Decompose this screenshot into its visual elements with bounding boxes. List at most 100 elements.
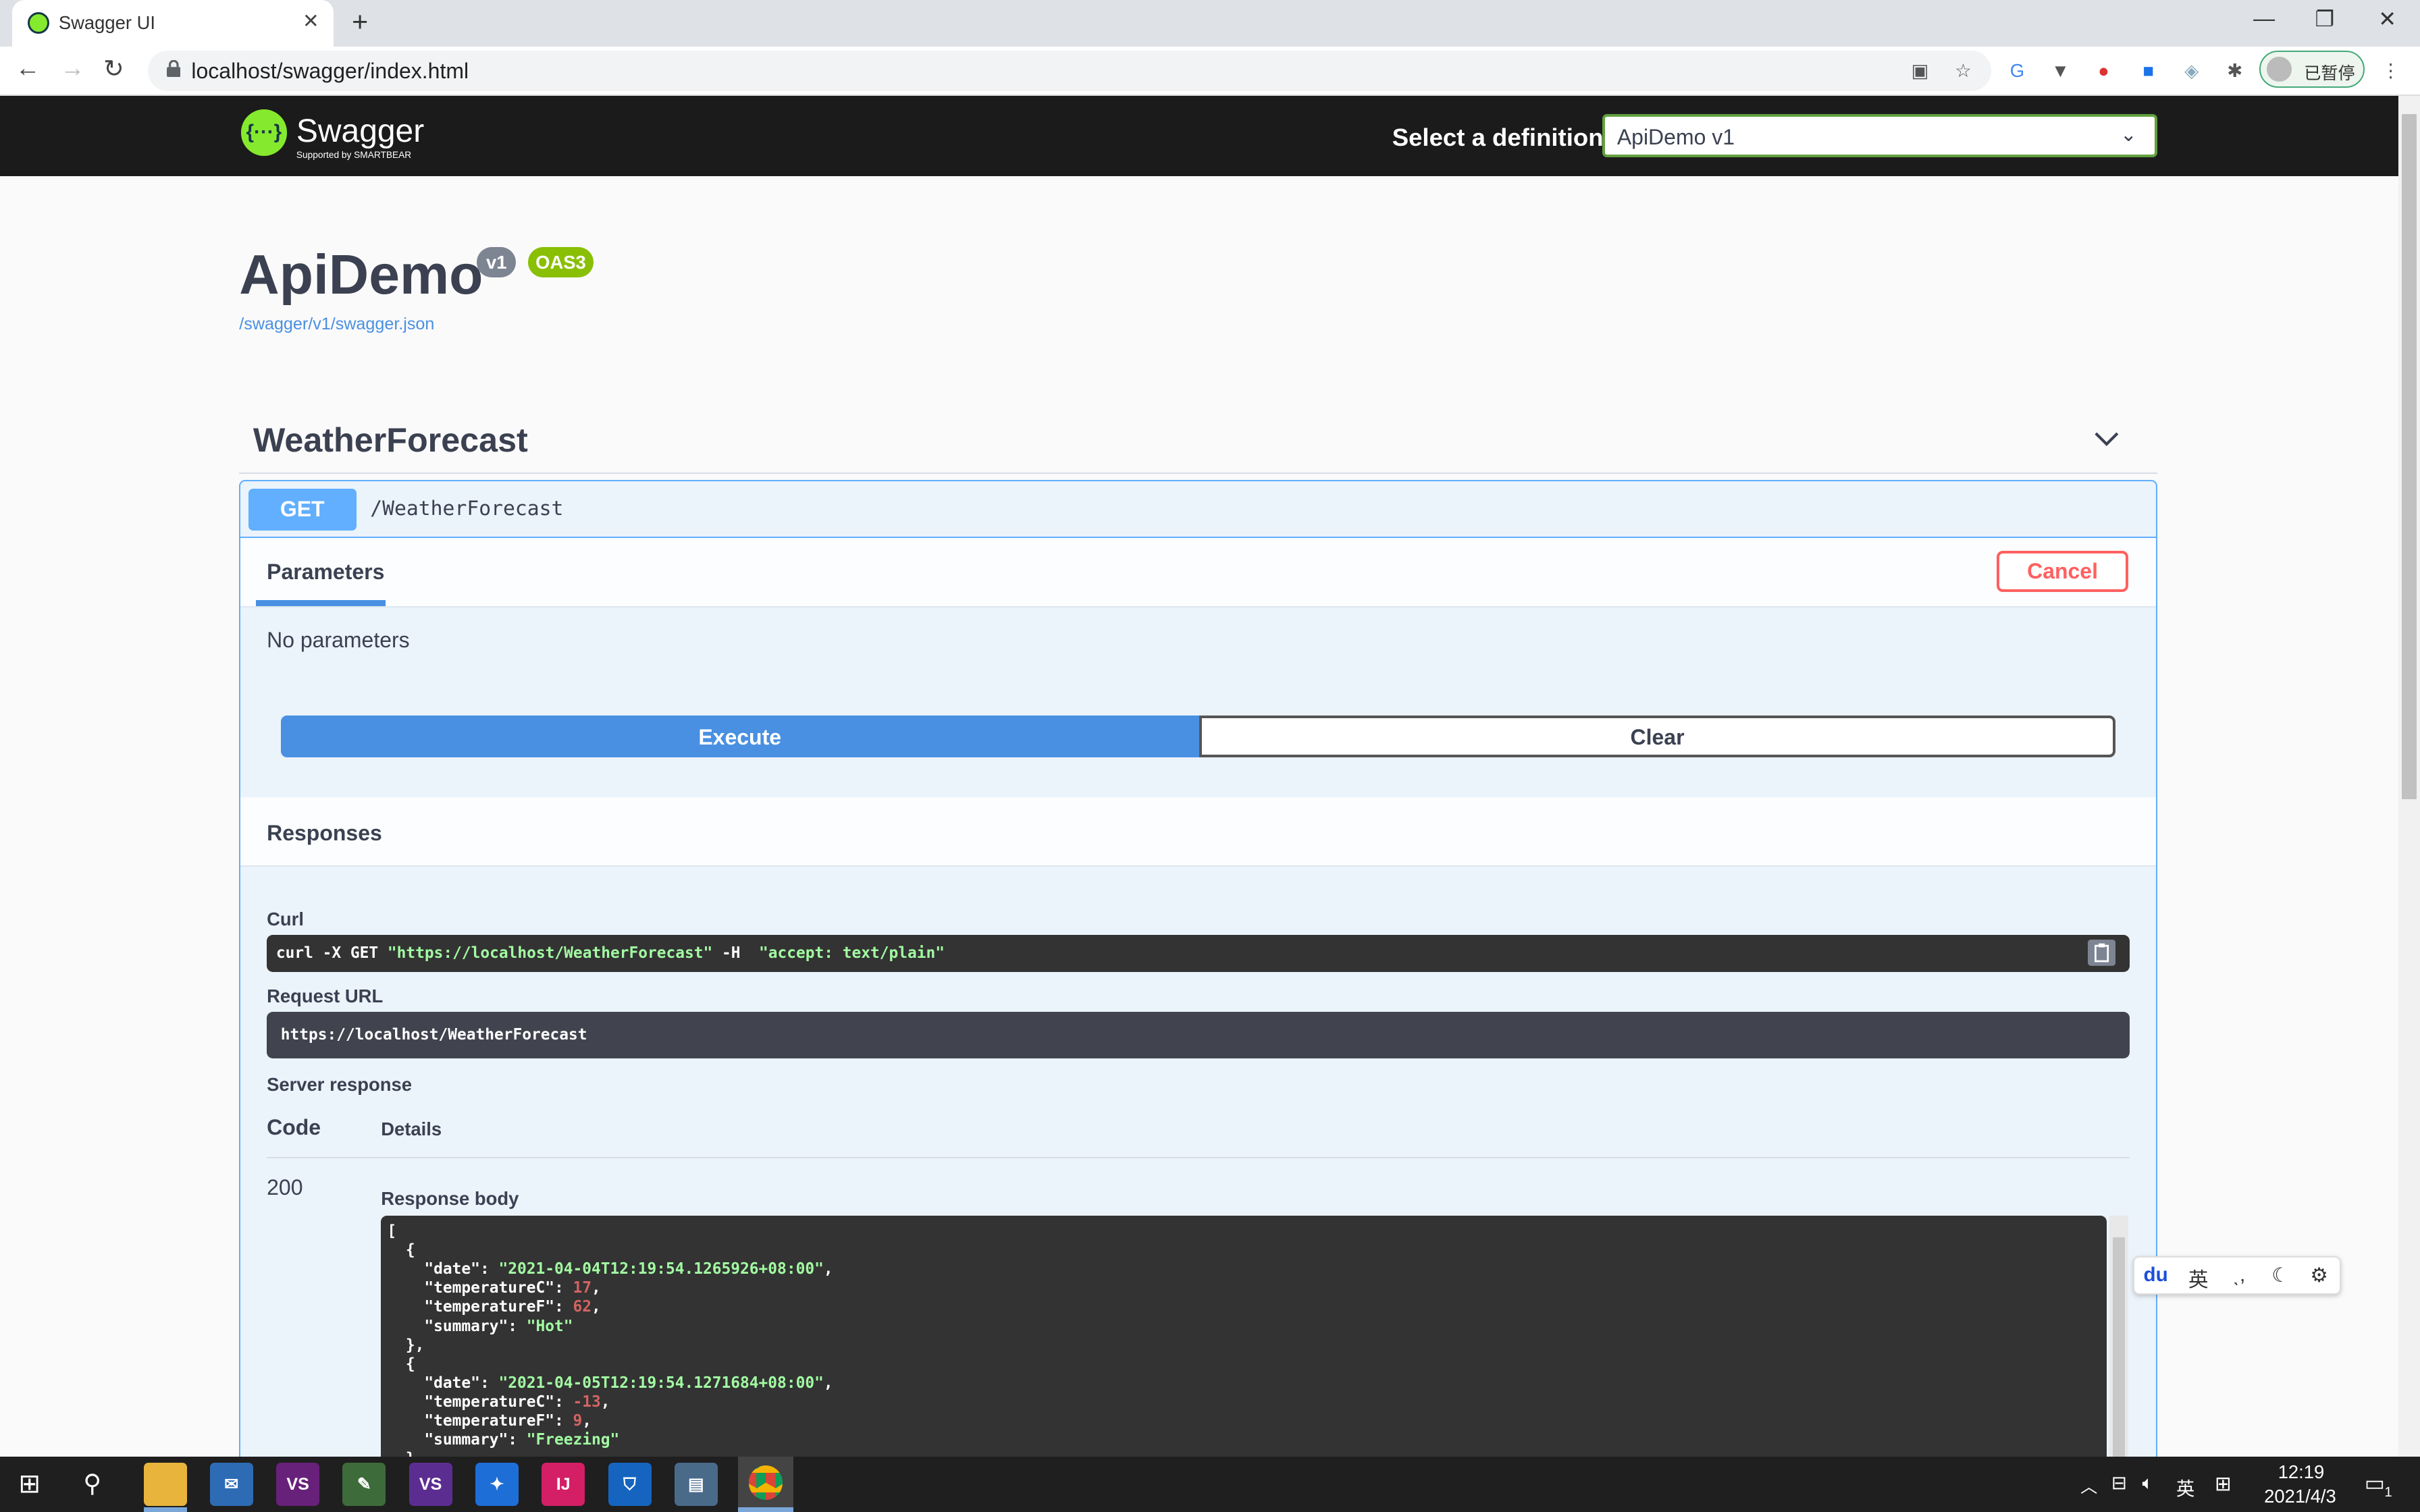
forward-icon[interactable]: → — [60, 54, 85, 82]
chevron-down-icon[interactable] — [2091, 423, 2122, 454]
api-title: ApiDemo — [239, 244, 483, 306]
spec-json-link[interactable]: /swagger/v1/swagger.json — [239, 315, 434, 334]
curl-label: Curl — [267, 908, 304, 929]
jetbrains-icon[interactable]: IJ — [542, 1462, 585, 1506]
scrollbar-thumb[interactable] — [2112, 1237, 2126, 1457]
extensions-puzzle-icon[interactable]: ✱ — [2222, 59, 2247, 84]
visual-studio-alt-icon[interactable]: VS — [409, 1462, 452, 1506]
file-explorer-icon[interactable] — [143, 1462, 187, 1506]
tray-chevron-icon[interactable]: ︿ — [2080, 1474, 2097, 1498]
ime-language-toggle[interactable]: 英 — [2188, 1264, 2209, 1293]
qr-code-icon[interactable]: ▣ — [1908, 59, 1932, 84]
feishu-icon[interactable]: ✦ — [475, 1462, 519, 1506]
ime-logo-icon[interactable]: du — [2144, 1264, 2168, 1287]
chevron-down-icon: ⌄ — [2120, 124, 2137, 146]
ime-toolbar[interactable]: du 英 ˎ, ☾ ⚙ — [2132, 1256, 2342, 1295]
browser-menu-icon[interactable]: ⋮ — [2378, 59, 2403, 84]
details-column-header: Details — [381, 1118, 442, 1139]
copy-to-clipboard-icon[interactable] — [2088, 939, 2116, 966]
swagger-logo-text[interactable]: Swagger — [296, 113, 424, 150]
operation-path: /WeatherForecast — [370, 496, 564, 520]
shield-app-icon[interactable]: ⛉ — [608, 1462, 652, 1506]
ime-punctuation-icon[interactable]: ˎ, — [2233, 1264, 2245, 1287]
notification-icon[interactable]: ▭ — [2365, 1470, 2385, 1496]
extension-blue-icon[interactable]: ■ — [2136, 59, 2161, 84]
oas-badge: OAS3 — [527, 246, 594, 278]
request-url-label: Request URL — [267, 986, 384, 1007]
sticky-app-icon[interactable]: ✎ — [342, 1462, 386, 1506]
server-response-label: Server response — [267, 1073, 412, 1095]
cancel-button[interactable]: Cancel — [1997, 550, 2128, 593]
select-definition-label: Select a definition — [1392, 123, 1604, 151]
parameters-header: Parameters Cancel — [240, 538, 2156, 608]
extension-red-icon[interactable]: ● — [2091, 59, 2116, 84]
profile-status: 已暂停 — [2304, 63, 2355, 83]
responses-title: Responses — [267, 820, 382, 845]
browser-tab[interactable]: Swagger UI ✕ — [12, 0, 334, 47]
tag-title[interactable]: WeatherForecast — [253, 420, 528, 460]
request-url-box: https://localhost/WeatherForecast — [267, 1012, 2130, 1058]
json-number: -13 — [573, 1393, 601, 1411]
tab-title: Swagger UI — [58, 12, 156, 34]
lock-icon[interactable] — [166, 60, 181, 78]
address-bar[interactable]: localhost/swagger/index.html ▣ ☆ — [148, 51, 1991, 91]
visual-studio-icon[interactable]: VS — [276, 1462, 320, 1506]
json-key: "temperatureF" — [424, 1298, 554, 1316]
definition-selected-value: ApiDemo v1 — [1616, 124, 1735, 149]
json-string: "Hot" — [526, 1317, 573, 1335]
windows-start-icon[interactable]: ⊞ — [18, 1469, 41, 1499]
back-icon[interactable]: ← — [16, 54, 41, 82]
url-text[interactable]: localhost/swagger/index.html — [191, 59, 469, 84]
extension-vue-icon[interactable]: ▼ — [2048, 59, 2073, 84]
operation-summary[interactable]: GET /WeatherForecast — [240, 481, 2156, 539]
json-key: "summary" — [424, 1431, 508, 1449]
translate-icon[interactable]: G — [2005, 59, 2030, 84]
tray-language[interactable]: 英 — [2176, 1474, 2194, 1501]
active-indicator — [737, 1507, 793, 1512]
json-string: "2021-04-04T12:19:54.1265926+08:00" — [498, 1260, 824, 1278]
curl-header-flag: -H — [712, 944, 759, 962]
scrollbar-thumb[interactable] — [2401, 114, 2417, 799]
curl-command-box[interactable]: curl -X GET "https://localhost/WeatherFo… — [267, 934, 2130, 972]
avatar — [2267, 57, 2292, 82]
restore-icon[interactable]: ❐ — [2315, 6, 2335, 32]
reload-icon[interactable]: ↻ — [103, 54, 124, 83]
search-icon[interactable]: ⚲ — [83, 1469, 101, 1498]
mail-icon[interactable]: ✉ — [209, 1462, 253, 1506]
json-key: "summary" — [424, 1317, 508, 1335]
swagger-logo-icon[interactable]: {···} — [240, 109, 288, 156]
json-key: "temperatureF" — [424, 1412, 554, 1430]
no-parameters-text: No parameters — [267, 627, 410, 652]
network-icon[interactable]: ⊟ — [2111, 1472, 2127, 1494]
active-indicator — [143, 1507, 187, 1512]
ime-settings-icon[interactable]: ⚙ — [2310, 1264, 2328, 1287]
tab-close-icon[interactable]: ✕ — [302, 9, 319, 33]
profile-button[interactable]: 已暂停 — [2259, 51, 2365, 88]
curl-url: "https://localhost/WeatherForecast" — [387, 944, 713, 962]
clock-date[interactable]: 2021/4/3 — [2264, 1486, 2336, 1507]
tag-section-header[interactable]: WeatherForecast — [239, 404, 2158, 474]
bookmark-star-icon[interactable]: ☆ — [1951, 59, 1976, 84]
execute-button[interactable]: Execute — [280, 716, 1199, 757]
new-tab-button[interactable]: + — [352, 6, 368, 38]
definition-select[interactable]: ApiDemo v1 ⌄ — [1602, 114, 2158, 158]
clock-time[interactable]: 12:19 — [2278, 1461, 2325, 1483]
page-scrollbar[interactable] — [2398, 95, 2420, 1457]
method-badge: GET — [248, 489, 357, 531]
document-app-icon[interactable]: ▤ — [674, 1462, 718, 1506]
code-column-header: Code — [267, 1115, 321, 1140]
window-close-icon[interactable]: ✕ — [2378, 6, 2396, 32]
volume-icon[interactable]: 🔈︎ — [2142, 1472, 2153, 1494]
curl-header-value: "accept: text/plain" — [759, 944, 945, 962]
json-string: "Freezing" — [526, 1431, 620, 1449]
ime-moon-icon[interactable]: ☾ — [2271, 1264, 2290, 1287]
chrome-icon[interactable] — [737, 1456, 793, 1512]
clear-button[interactable]: Clear — [1199, 716, 2116, 757]
divider — [267, 1156, 2130, 1159]
ime-grid-icon[interactable]: ⊞ — [2215, 1472, 2232, 1496]
response-body[interactable]: [ { "date": "2021-04-04T12:19:54.1265926… — [381, 1215, 2107, 1457]
extension-shield-icon[interactable]: ◈ — [2179, 59, 2204, 84]
minimize-icon[interactable]: — — [2253, 6, 2275, 31]
tab-parameters[interactable]: Parameters — [267, 560, 384, 585]
response-body-scrollbar[interactable] — [2109, 1215, 2128, 1457]
